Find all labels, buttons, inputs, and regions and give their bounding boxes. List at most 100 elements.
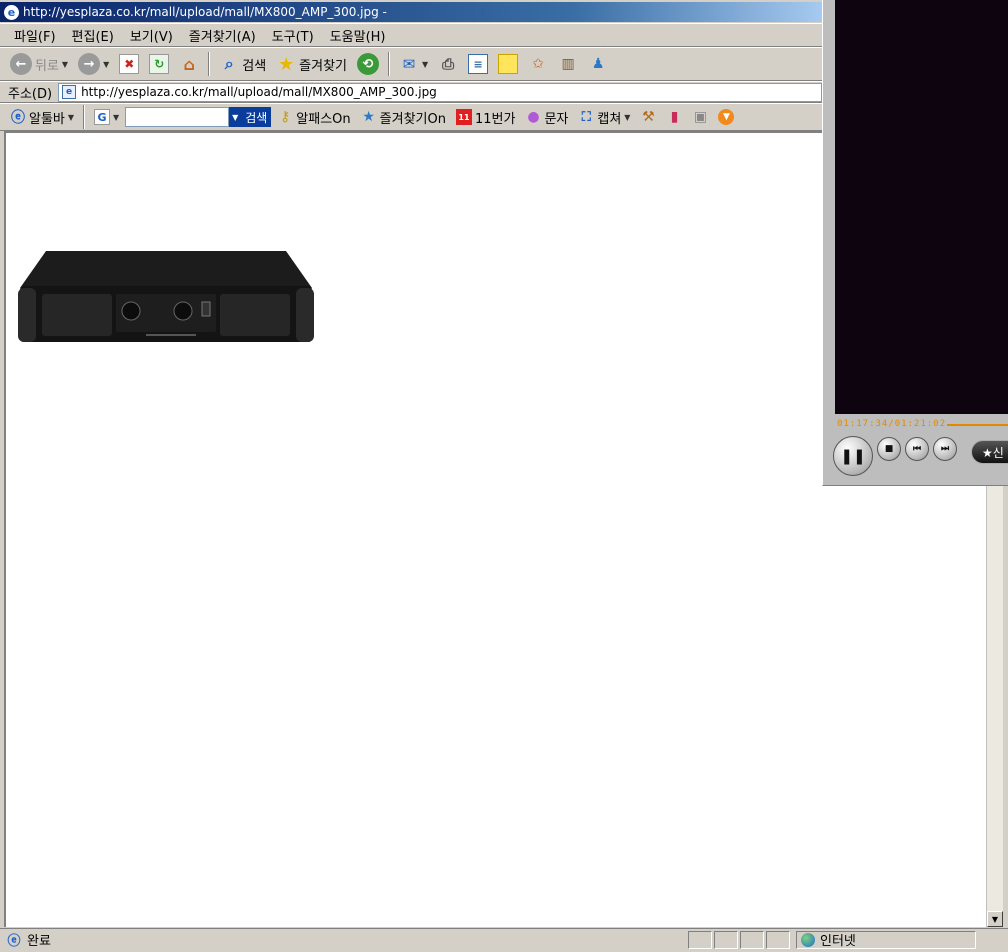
status-bar: ⓔ 완료 인터넷 xyxy=(0,928,1008,950)
menu-favorites[interactable]: 즐겨찾기(A) xyxy=(181,26,264,45)
model-label-strip xyxy=(146,334,196,336)
search-button[interactable]: ⌕ 검색 xyxy=(215,50,270,78)
address-bar: 주소(D) e http://yesplaza.co.kr/mall/uploa… xyxy=(0,81,822,103)
google-search-dropdown[interactable]: ▼ xyxy=(229,107,242,127)
right-rack-handle xyxy=(296,288,314,342)
google-search-button[interactable]: 검색 xyxy=(241,107,272,127)
edit-button[interactable]: ≡ xyxy=(464,50,492,78)
back-label: 뒤로 xyxy=(35,58,59,74)
menu-help[interactable]: 도움말(H) xyxy=(322,26,394,45)
bookmark-button[interactable]: ▮ xyxy=(662,109,686,125)
status-cell xyxy=(688,930,712,949)
research-books-icon: ▥ xyxy=(561,56,575,72)
home-icon: ⌂ xyxy=(183,54,195,74)
player-extra-button[interactable]: ★신 xyxy=(971,440,1008,464)
mail-icon: ✉ xyxy=(402,55,416,73)
favorites-on-label: 즐겨찾기On xyxy=(379,111,446,127)
favorites-button[interactable]: ★ 즐겨찾기 xyxy=(272,50,351,78)
extension-toolbar: ⓔ 알툴바 ▼ G ▼ ▼ 검색 ⚷ 알패스On ★ 즐겨찾기On 11 11번… xyxy=(0,103,822,131)
favorites-label: 즐겨찾기 xyxy=(299,58,347,74)
edit-page-icon: ≡ xyxy=(468,54,489,74)
playback-time: 01:17:34/01:21:02 xyxy=(837,419,947,429)
next-button[interactable]: ⏭ xyxy=(933,437,957,461)
eleven-street-label: 11번가 xyxy=(474,111,516,127)
cleaner-button[interactable]: ⚒ xyxy=(636,109,660,125)
eleven-street-icon: 11 xyxy=(455,109,472,125)
menu-file[interactable]: 파일(F) xyxy=(6,26,64,45)
left-vent-grille xyxy=(42,294,112,336)
status-cell xyxy=(766,930,790,949)
next-icon: ⏭ xyxy=(940,444,950,454)
previous-icon: ⏮ xyxy=(912,444,922,454)
address-input[interactable]: e http://yesplaza.co.kr/mall/upload/mall… xyxy=(58,82,822,102)
previous-button[interactable]: ⏮ xyxy=(905,437,929,461)
note-icon xyxy=(498,54,519,74)
menu-edit[interactable]: 편집(E) xyxy=(64,26,122,45)
capture-frame-icon: ⛶ xyxy=(581,109,591,125)
capture-label: 캡쳐 xyxy=(597,111,622,127)
eleven-street-button[interactable]: 11 11번가 xyxy=(452,108,519,127)
home-button[interactable]: ⌂ xyxy=(175,50,203,78)
add-favorite-button[interactable]: ✩ xyxy=(524,50,552,78)
sms-button[interactable]: ● 문자 xyxy=(521,108,572,127)
printer-icon: ⎙ xyxy=(442,55,455,73)
mail-button[interactable]: ✉ ▼ xyxy=(395,50,432,78)
chevron-down-circle-icon: ▼ xyxy=(718,109,735,125)
google-search-input[interactable] xyxy=(125,107,230,127)
page-loaded-icon: ⓔ xyxy=(7,934,21,949)
forward-button[interactable]: → ▼ xyxy=(74,50,113,78)
refresh-button[interactable]: ↻ xyxy=(145,50,173,78)
magnifier-icon: ⌕ xyxy=(224,54,234,73)
stop-button[interactable]: ■ xyxy=(877,437,901,461)
notebook-icon: ▮ xyxy=(670,109,679,125)
toolbar-divider xyxy=(83,105,86,129)
chevron-down-icon: ▼ xyxy=(422,59,429,69)
more-button[interactable]: ▼ xyxy=(714,109,738,125)
star-page-icon: ✩ xyxy=(532,56,545,72)
favorites-on-button[interactable]: ★ 즐겨찾기On xyxy=(357,108,450,127)
chevron-down-icon: ▼ xyxy=(61,59,69,69)
pause-icon: ❚❚ xyxy=(840,447,866,465)
standard-toolbar: ← 뒤로 ▼ → ▼ ✖ ↻ ⌂ ⌕ 검색 ★ 즐겨찾기 ⟲ ✉ ▼ ⎙ ≡ ✩… xyxy=(0,47,822,81)
amplifier-image xyxy=(18,251,314,342)
broom-icon: ⚒ xyxy=(642,109,655,125)
research-button[interactable]: ▥ xyxy=(554,50,582,78)
pause-button[interactable]: ❚❚ xyxy=(833,436,873,476)
media-player-window: 01:17:34/01:21:02 ❚❚ ■ ⏮ ⏭ ★신 xyxy=(822,0,1008,486)
player-controls: ❚❚ ■ ⏮ ⏭ xyxy=(833,436,957,476)
seek-bar[interactable] xyxy=(947,424,1008,426)
google-g-icon: G xyxy=(94,109,111,125)
alpass-button[interactable]: ⚷ 알패스On xyxy=(273,108,354,127)
floppy-disk-icon: ▣ xyxy=(693,109,708,125)
note-button[interactable] xyxy=(494,50,522,78)
stop-button[interactable]: ✖ xyxy=(115,50,143,78)
video-screen[interactable] xyxy=(835,0,1008,414)
back-button[interactable]: ← 뒤로 ▼ xyxy=(6,50,72,78)
save-button[interactable]: ▣ xyxy=(688,109,712,125)
title-bar[interactable]: e http://yesplaza.co.kr/mall/upload/mall… xyxy=(0,2,822,22)
right-volume-knob xyxy=(173,301,193,321)
address-url: http://yesplaza.co.kr/mall/upload/mall/M… xyxy=(81,85,437,99)
menu-view[interactable]: 보기(V) xyxy=(122,26,181,45)
address-label: 주소(D) xyxy=(8,86,53,102)
amplifier-top-panel xyxy=(20,251,312,288)
refresh-icon: ↻ xyxy=(149,54,170,74)
google-menu[interactable]: G ▼ xyxy=(90,109,123,125)
messenger-people-icon: ♟ xyxy=(591,56,605,72)
status-cell xyxy=(714,930,738,949)
status-main: ⓔ 완료 xyxy=(0,930,686,949)
capture-button[interactable]: ⛶ 캡쳐 ▼ xyxy=(574,108,634,127)
stop-icon: ■ xyxy=(884,444,894,454)
menu-tools[interactable]: 도구(T) xyxy=(264,26,322,45)
altoolbar-menu[interactable]: ⓔ 알툴바 ▼ xyxy=(6,108,78,127)
messenger-button[interactable]: ♟ xyxy=(584,50,612,78)
globe-icon xyxy=(801,932,815,947)
scroll-down-arrow-icon[interactable]: ▼ xyxy=(987,911,1003,927)
zone-text: 인터넷 xyxy=(820,934,856,949)
chevron-down-icon: ▼ xyxy=(103,59,110,69)
forward-arrow-icon: → xyxy=(78,53,101,75)
history-button[interactable]: ⟲ xyxy=(353,50,383,78)
print-button[interactable]: ⎙ xyxy=(434,50,462,78)
altoolbar-label: 알툴바 xyxy=(29,111,65,127)
star-icon: ★ xyxy=(278,53,295,75)
